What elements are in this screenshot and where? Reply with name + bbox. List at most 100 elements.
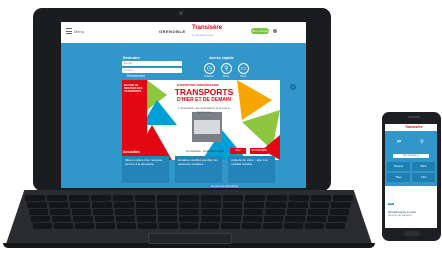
- keyboard-key[interactable]: [221, 216, 241, 222]
- keyboard-key[interactable]: [179, 223, 199, 229]
- pin-icon[interactable]: ⚲: [418, 139, 426, 146]
- site-logo[interactable]: Transisère: [192, 25, 222, 31]
- keyboard-key[interactable]: [33, 223, 52, 229]
- keyboard-key[interactable]: [287, 202, 308, 208]
- keyboard-key[interactable]: [115, 216, 135, 222]
- news-card[interactable]: Horaires modifiés pendant les vacances s…: [175, 156, 222, 183]
- keyboard-key[interactable]: [284, 223, 304, 229]
- menu-button[interactable]: Menu: [66, 28, 84, 34]
- keyboard-key[interactable]: [116, 223, 136, 229]
- keyboard-key[interactable]: [137, 216, 157, 222]
- keyboard-key[interactable]: [29, 209, 49, 215]
- keyboard-key[interactable]: [157, 202, 178, 208]
- keyboard-key[interactable]: [71, 209, 92, 215]
- keyboard-key[interactable]: [329, 209, 349, 215]
- keyboard-key[interactable]: [200, 202, 221, 208]
- keyboard-key[interactable]: [285, 216, 305, 222]
- keyboard-key[interactable]: [113, 195, 133, 201]
- keyboard-key[interactable]: [286, 209, 307, 215]
- keyboard-key[interactable]: [31, 216, 51, 222]
- keyboard-key[interactable]: [179, 209, 199, 215]
- keyboard-key[interactable]: [331, 202, 351, 208]
- keyboard-key[interactable]: [74, 223, 94, 229]
- phone-tile[interactable]: Plans: [412, 162, 435, 171]
- keyboard-key[interactable]: [242, 223, 262, 229]
- keyboard-key[interactable]: [69, 195, 89, 201]
- keyboard-key[interactable]: [91, 195, 111, 201]
- keyboard-key[interactable]: [289, 195, 309, 201]
- phone-tile[interactable]: Horaires: [387, 162, 410, 171]
- keyboard-key[interactable]: [94, 216, 114, 222]
- keyboard-key[interactable]: [48, 202, 69, 208]
- keyboard-key[interactable]: [221, 223, 241, 229]
- keyboard-key[interactable]: [53, 223, 73, 229]
- keyboard-key[interactable]: [326, 223, 345, 229]
- keyboard-key[interactable]: [200, 209, 221, 215]
- keyboard-key[interactable]: [333, 195, 353, 201]
- keyboard-key[interactable]: [265, 209, 285, 215]
- clock-icon[interactable]: ◷: [204, 63, 215, 74]
- keyboard-key[interactable]: [114, 209, 135, 215]
- phone-home-button[interactable]: [404, 231, 420, 236]
- keyboard-key[interactable]: [47, 195, 67, 201]
- keyboard-key[interactable]: [267, 195, 287, 201]
- from-field[interactable]: Départ: [122, 61, 182, 66]
- keyboard-key[interactable]: [243, 209, 264, 215]
- keyboard-key[interactable]: [179, 195, 199, 201]
- keyboard-key[interactable]: [158, 223, 178, 229]
- phone-itinerary-button[interactable]: Mes itinéraires: [393, 154, 429, 158]
- news-more-link[interactable]: Toutes les actualités: [211, 184, 238, 188]
- keyboard-key[interactable]: [306, 216, 326, 222]
- user-icon[interactable]: [273, 29, 277, 33]
- search-button[interactable]: Rechercher: [127, 74, 145, 78]
- event-banner[interactable]: EN VOIE DE SERVICES DES TRANSPORTS EXPOS…: [122, 80, 280, 160]
- phone-tile[interactable]: Titres: [387, 173, 410, 182]
- keyboard-key[interactable]: [157, 195, 177, 201]
- keyboard-key[interactable]: [93, 209, 113, 215]
- keyboard-key[interactable]: [135, 202, 156, 208]
- keyboard-key[interactable]: [305, 223, 325, 229]
- keyboard-key[interactable]: [200, 216, 220, 222]
- keyboard-key[interactable]: [92, 202, 112, 208]
- news-card[interactable]: Collecte de vélos : aide à la mobilité d…: [228, 156, 275, 183]
- keyboard-key[interactable]: [222, 202, 243, 208]
- keyboard-key[interactable]: [157, 209, 178, 215]
- keyboard-key[interactable]: [266, 202, 286, 208]
- keyboard-key[interactable]: [244, 202, 265, 208]
- keyboard-key[interactable]: [158, 216, 178, 222]
- news-card[interactable]: Mise en place d'un nouveau service à la …: [122, 156, 169, 183]
- keyboard-key[interactable]: [264, 216, 284, 222]
- keyboard-key[interactable]: [308, 209, 328, 215]
- route-icon[interactable]: ⇄: [395, 139, 403, 146]
- keyboard-key[interactable]: [113, 202, 134, 208]
- keyboard-key[interactable]: [243, 216, 263, 222]
- keyboard-key[interactable]: [136, 209, 156, 215]
- keyboard-key[interactable]: [263, 223, 283, 229]
- keyboard-key[interactable]: [50, 209, 70, 215]
- trackpad[interactable]: [148, 233, 232, 244]
- keyboard-key[interactable]: [52, 216, 72, 222]
- carousel-next-icon[interactable]: ›: [290, 84, 296, 90]
- keyboard-key[interactable]: [137, 223, 157, 229]
- keyboard-key[interactable]: [25, 195, 45, 201]
- phone-news[interactable]: Actu Nouvelles lignes en Isère Services …: [385, 188, 437, 228]
- keyboard-key[interactable]: [179, 216, 199, 222]
- keyboard-key[interactable]: [222, 209, 242, 215]
- keyboard-key[interactable]: [311, 195, 331, 201]
- account-button[interactable]: Mon compte: [251, 28, 269, 34]
- keyboard-key[interactable]: [223, 195, 243, 201]
- keyboard-key[interactable]: [200, 223, 220, 229]
- keyboard-key[interactable]: [73, 216, 93, 222]
- ticket-icon[interactable]: ▭: [238, 63, 249, 74]
- to-field[interactable]: Arrivée: [122, 68, 182, 73]
- keyboard-key[interactable]: [179, 202, 199, 208]
- keyboard-key[interactable]: [95, 223, 115, 229]
- keyboard-key[interactable]: [309, 202, 330, 208]
- keyboard-key[interactable]: [327, 216, 347, 222]
- map-pin-icon[interactable]: ⚲: [221, 63, 232, 74]
- keyboard-key[interactable]: [27, 202, 47, 208]
- phone-tile[interactable]: Infos: [412, 173, 435, 182]
- keyboard-key[interactable]: [201, 195, 221, 201]
- keyboard-key[interactable]: [245, 195, 265, 201]
- keyboard-key[interactable]: [70, 202, 91, 208]
